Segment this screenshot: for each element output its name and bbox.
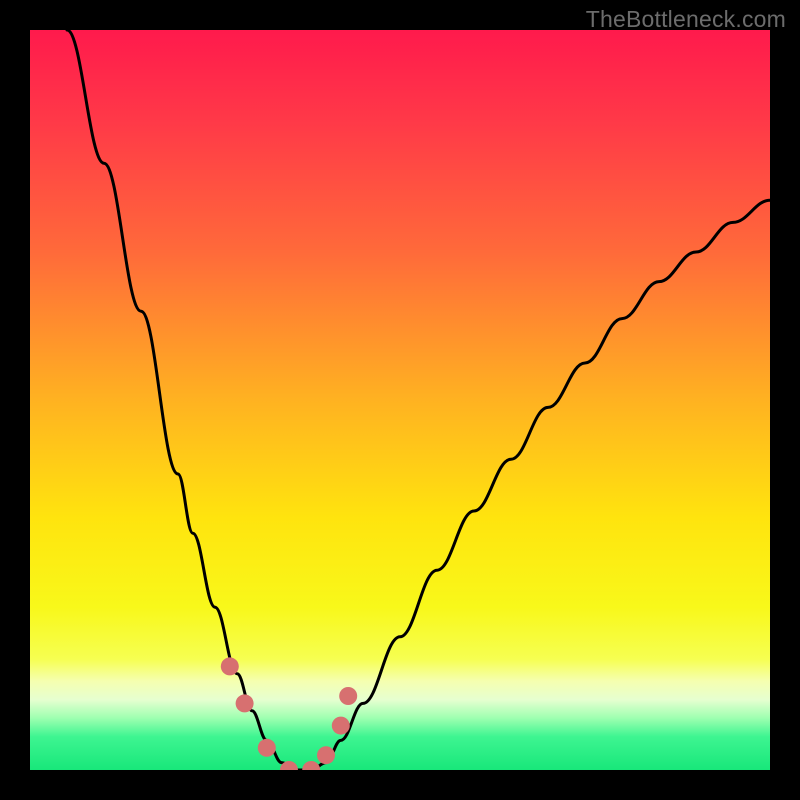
curve-layer <box>30 30 770 770</box>
highlight-marker <box>317 746 335 764</box>
highlight-marker <box>339 687 357 705</box>
chart-frame: TheBottleneck.com <box>0 0 800 800</box>
highlight-marker <box>258 739 276 757</box>
highlighted-points-group <box>221 657 357 770</box>
highlight-marker <box>332 717 350 735</box>
highlight-marker <box>236 694 254 712</box>
bottleneck-curve <box>67 30 770 770</box>
highlight-marker <box>302 761 320 770</box>
highlight-marker <box>221 657 239 675</box>
plot-area <box>30 30 770 770</box>
watermark-text: TheBottleneck.com <box>586 6 786 33</box>
